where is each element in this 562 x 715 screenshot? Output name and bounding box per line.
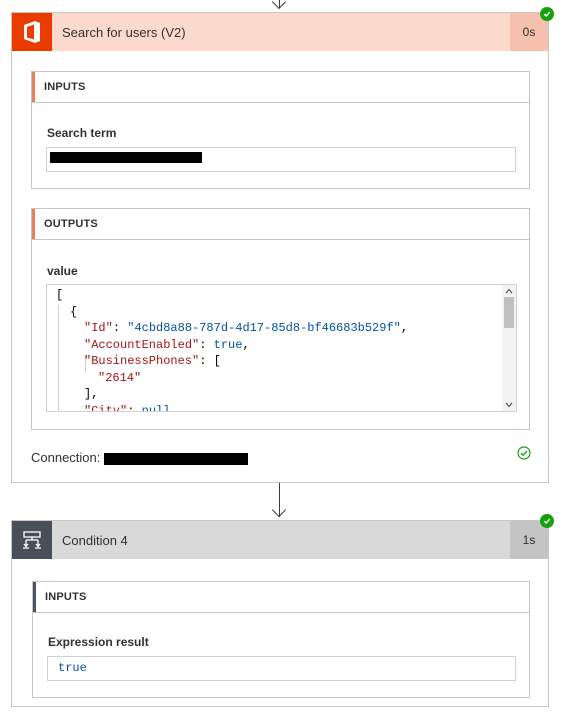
redacted-connection-name [104,453,248,465]
search-users-title: Search for users (V2) [62,24,186,40]
search-inputs-section: INPUTS Search term [31,71,530,189]
json-output-box[interactable]: [ { "Id": "4cbd8a88-787d-4d17-85d8-bf466… [46,284,517,412]
condition-inputs-section: INPUTS Expression result true [32,581,530,698]
search-users-header[interactable]: Search for users (V2) 0s [12,13,548,51]
json-scrollbar[interactable] [502,285,516,411]
indent-guide [58,305,59,411]
success-check-icon [540,7,554,21]
redacted-search-term [50,152,202,163]
condition-header[interactable]: Condition 4 1s [12,521,548,559]
search-term-field[interactable] [46,147,516,172]
scroll-down-icon[interactable] [505,402,513,408]
condition-card: Condition 4 1s INPUTS Expression result … [11,520,549,707]
top-connector-arrow [271,0,287,10]
expression-result-label: Expression result [48,635,149,649]
scroll-up-icon[interactable] [505,288,513,294]
json-line: ], [84,387,99,401]
expression-result-field[interactable]: true [47,656,516,681]
expression-result-value: true [58,661,87,675]
json-line: "BusinessPhones": [ [84,354,221,368]
search-inputs-header: INPUTS [32,72,529,103]
search-outputs-label: OUTPUTS [44,218,98,230]
connection-label: Connection: [31,450,101,465]
value-label: value [47,264,78,278]
search-outputs-header: OUTPUTS [32,209,529,240]
connection-ok-icon [517,446,531,460]
json-line: "AccountEnabled": true, [84,338,250,352]
search-outputs-section: OUTPUTS value [ { "Id": "4cbd8a88-787d-4… [31,208,530,430]
json-line: [ [56,288,64,302]
condition-inputs-label: INPUTS [45,591,87,603]
json-line: "City": null [84,404,171,412]
search-term-label: Search term [47,126,117,140]
search-users-card: Search for users (V2) 0s INPUTS Search t… [11,12,549,483]
json-line: "2614" [98,371,142,385]
search-inputs-label: INPUTS [44,81,86,93]
condition-inputs-header: INPUTS [33,582,529,613]
office-icon [12,13,52,51]
condition-title: Condition 4 [62,532,128,548]
success-check-icon [540,514,554,528]
json-line: "Id": "4cbd8a88-787d-4d17-85d8-bf46683b5… [84,321,409,335]
scrollbar-thumb[interactable] [504,297,514,328]
middle-connector-arrow [271,502,287,518]
condition-icon [12,521,52,559]
json-line: { [70,305,78,319]
